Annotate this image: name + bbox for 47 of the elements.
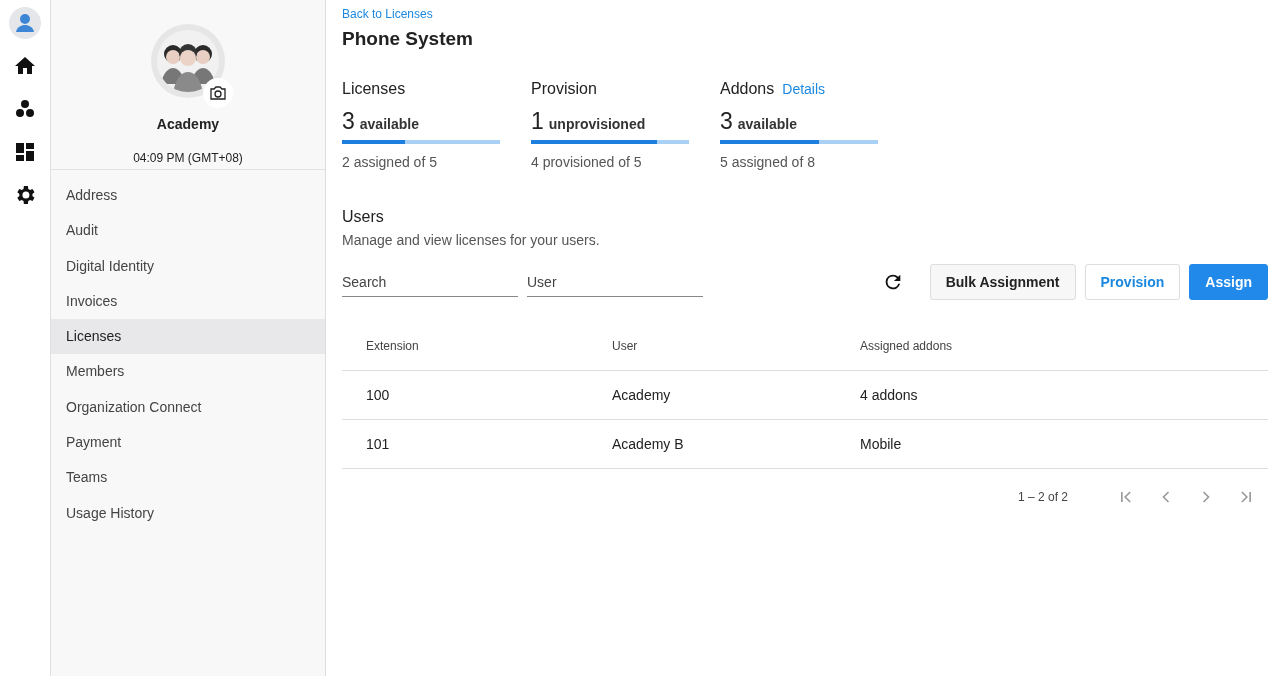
camera-icon[interactable] bbox=[203, 78, 233, 108]
stat-heading: Addons bbox=[720, 80, 775, 97]
stat-count: 3 bbox=[720, 108, 733, 135]
profile-name: Academy bbox=[156, 116, 220, 132]
action-button[interactable]: Assign bbox=[1189, 264, 1268, 300]
stat-heading: Provision bbox=[531, 80, 597, 97]
sidebar-item[interactable]: Licenses bbox=[51, 319, 325, 355]
sidebar-item[interactable]: Payment bbox=[51, 425, 325, 461]
search-field[interactable]: User bbox=[527, 267, 703, 297]
section-heading: Users bbox=[342, 208, 385, 226]
stat-caption: 5 assigned of 8 bbox=[720, 154, 816, 170]
dashboard-icon[interactable] bbox=[13, 140, 37, 164]
search-field[interactable]: Search bbox=[342, 267, 518, 297]
page-range: 1 – 2 of 2 bbox=[1017, 490, 1068, 504]
table-cell: 101 bbox=[342, 419, 588, 469]
table-cell: 100 bbox=[342, 370, 588, 420]
details-link[interactable]: Details bbox=[782, 81, 826, 97]
table-cell: 4 addons bbox=[836, 370, 1268, 420]
column-header: Extension bbox=[342, 321, 588, 371]
back-link[interactable]: Back to Licenses bbox=[342, 7, 1268, 21]
page-title: Phone System bbox=[342, 28, 474, 50]
user-avatar-icon[interactable] bbox=[9, 7, 41, 39]
column-header: User bbox=[588, 321, 836, 371]
stat-count: 3 bbox=[342, 108, 355, 135]
sidebar-item[interactable]: Members bbox=[51, 354, 325, 390]
action-button[interactable]: Provision bbox=[1084, 264, 1181, 300]
sidebar-item[interactable]: Organization Connect bbox=[51, 389, 325, 426]
table-cell: Mobile bbox=[836, 419, 1268, 469]
action-button[interactable]: Bulk Assignment bbox=[929, 264, 1076, 300]
stat-unit: available bbox=[359, 116, 419, 132]
table-cell: Academy B bbox=[588, 419, 836, 469]
section-description: Manage and view licenses for your users. bbox=[342, 232, 601, 248]
sidebar-item[interactable]: Usage History bbox=[51, 495, 325, 531]
sidebar-item[interactable]: Invoices bbox=[51, 283, 325, 320]
sidebar-item[interactable]: Audit bbox=[51, 213, 325, 249]
sidebar-item[interactable]: Teams bbox=[51, 460, 325, 496]
sidebar-item[interactable]: Digital Identity bbox=[51, 248, 325, 284]
stat-caption: 4 provisioned of 5 bbox=[531, 154, 643, 170]
table-cell: Academy bbox=[588, 370, 836, 420]
stat-unit: unprovisioned bbox=[548, 116, 646, 132]
stat-caption: 2 assigned of 5 bbox=[342, 154, 438, 170]
profile-time: 04:09 PM (GMT+08) bbox=[133, 151, 243, 165]
stat-heading: Licenses bbox=[342, 80, 406, 97]
stat-unit: available bbox=[737, 116, 797, 132]
sidebar-item[interactable]: Address bbox=[51, 178, 325, 214]
column-header: Assigned addons bbox=[836, 321, 1268, 371]
stat-count: 1 bbox=[531, 108, 544, 135]
